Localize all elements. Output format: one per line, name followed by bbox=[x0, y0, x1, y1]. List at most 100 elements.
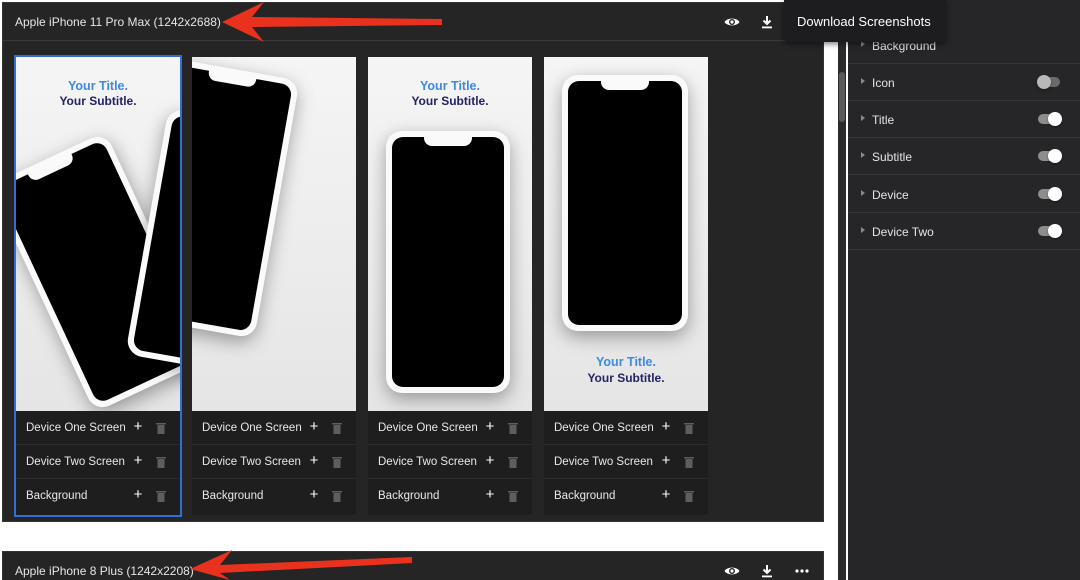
trash-icon[interactable] bbox=[332, 455, 342, 468]
expand-arrow-icon[interactable] bbox=[861, 227, 865, 233]
app-window: Apple iPhone 11 Pro Max (1242x2688) Your… bbox=[0, 0, 1080, 580]
download-tooltip: Download Screenshots bbox=[784, 0, 946, 42]
row-label: Background bbox=[554, 490, 616, 502]
row-label: Device Two Screen bbox=[378, 456, 477, 468]
icon-toggle[interactable] bbox=[1037, 75, 1060, 89]
subtitle-toggle[interactable] bbox=[1038, 149, 1062, 163]
device-toggle[interactable] bbox=[1038, 187, 1062, 201]
add-icon[interactable]: + bbox=[306, 487, 322, 503]
preview-title: Your Title. bbox=[596, 355, 656, 369]
expand-arrow-icon[interactable] bbox=[861, 190, 865, 196]
annotation-arrow bbox=[190, 550, 412, 580]
layers-panel: Background Icon Title Subtitle Device De… bbox=[848, 0, 1080, 580]
add-icon[interactable]: + bbox=[482, 419, 498, 435]
row-label: Device One Screen bbox=[378, 422, 478, 434]
row-label: Device One Screen bbox=[554, 422, 654, 434]
preview-subtitle: Your Subtitle. bbox=[59, 94, 137, 108]
trash-icon[interactable] bbox=[684, 421, 694, 434]
device-mockup bbox=[192, 57, 300, 339]
device-sections-panel: Apple iPhone 11 Pro Max (1242x2688) Your… bbox=[0, 0, 826, 580]
layer-device[interactable]: Device bbox=[848, 176, 1080, 213]
row-label: Background bbox=[26, 490, 88, 502]
layer-label: Subtitle bbox=[872, 150, 913, 164]
expand-arrow-icon[interactable] bbox=[861, 78, 865, 84]
layer-subtitle[interactable]: Subtitle bbox=[848, 138, 1080, 175]
row-background: Background + bbox=[544, 479, 708, 513]
row-device-one-screen: Device One Screen + bbox=[368, 411, 532, 445]
device-section-title: Apple iPhone 8 Plus (1242x2208) bbox=[15, 564, 194, 578]
preview-subtitle: Your Subtitle. bbox=[411, 94, 489, 108]
row-device-two-screen: Device Two Screen + bbox=[192, 445, 356, 479]
trash-icon[interactable] bbox=[684, 455, 694, 468]
layer-device-two[interactable]: Device Two bbox=[848, 213, 1080, 250]
add-icon[interactable]: + bbox=[306, 453, 322, 469]
expand-arrow-icon[interactable] bbox=[861, 115, 865, 121]
trash-icon[interactable] bbox=[508, 455, 518, 468]
scrollbar-thumb[interactable] bbox=[839, 72, 845, 122]
row-label: Device Two Screen bbox=[202, 456, 301, 468]
device-section-iphone-11-pro-max: Apple iPhone 11 Pro Max (1242x2688) Your… bbox=[2, 2, 824, 522]
trash-icon[interactable] bbox=[508, 489, 518, 502]
eye-icon[interactable] bbox=[723, 13, 741, 31]
layer-icon[interactable]: Icon bbox=[848, 64, 1080, 101]
add-icon[interactable]: + bbox=[306, 419, 322, 435]
row-label: Device Two Screen bbox=[554, 456, 653, 468]
row-label: Device Two Screen bbox=[26, 456, 125, 468]
screenshot-card-1[interactable]: Your Title. Your Subtitle. Device One Sc… bbox=[14, 55, 182, 517]
row-device-two-screen: Device Two Screen + bbox=[368, 445, 532, 479]
trash-icon[interactable] bbox=[684, 489, 694, 502]
device-mockup bbox=[562, 75, 688, 331]
preview-title: Your Title. bbox=[420, 79, 480, 93]
trash-icon[interactable] bbox=[508, 421, 518, 434]
trash-icon[interactable] bbox=[332, 489, 342, 502]
screenshot-preview[interactable]: Your Title. Your Subtitle. bbox=[544, 57, 708, 411]
trash-icon[interactable] bbox=[156, 421, 166, 434]
row-device-one-screen: Device One Screen + bbox=[192, 411, 356, 445]
trash-icon[interactable] bbox=[332, 421, 342, 434]
expand-arrow-icon[interactable] bbox=[861, 152, 865, 158]
row-background: Background + bbox=[192, 479, 356, 513]
row-device-one-screen: Device One Screen + bbox=[16, 411, 180, 445]
trash-icon[interactable] bbox=[156, 455, 166, 468]
add-icon[interactable]: + bbox=[658, 453, 674, 469]
screenshot-preview[interactable] bbox=[192, 57, 356, 411]
layer-label: Title bbox=[872, 113, 895, 127]
row-background: Background + bbox=[368, 479, 532, 513]
annotation-arrow bbox=[222, 2, 442, 42]
layer-title[interactable]: Title bbox=[848, 101, 1080, 138]
row-label: Device One Screen bbox=[202, 422, 302, 434]
preview-subtitle: Your Subtitle. bbox=[587, 371, 665, 385]
layer-label: Device bbox=[872, 188, 909, 202]
row-label: Device One Screen bbox=[26, 422, 126, 434]
row-device-two-screen: Device Two Screen + bbox=[544, 445, 708, 479]
layer-label: Device Two bbox=[872, 225, 934, 239]
add-icon[interactable]: + bbox=[482, 487, 498, 503]
device-mockup bbox=[386, 131, 510, 393]
add-icon[interactable]: + bbox=[130, 419, 146, 435]
screenshot-card-3[interactable]: Your Title. Your Subtitle. Device One Sc… bbox=[368, 57, 532, 515]
add-icon[interactable]: + bbox=[658, 419, 674, 435]
title-toggle[interactable] bbox=[1038, 112, 1062, 126]
device-two-toggle[interactable] bbox=[1038, 224, 1062, 238]
add-icon[interactable]: + bbox=[130, 453, 146, 469]
add-icon[interactable]: + bbox=[658, 487, 674, 503]
eye-icon[interactable] bbox=[723, 562, 741, 580]
row-device-one-screen: Device One Screen + bbox=[544, 411, 708, 445]
row-background: Background + bbox=[16, 479, 180, 513]
layer-label: Icon bbox=[872, 76, 895, 90]
device-section-title: Apple iPhone 11 Pro Max (1242x2688) bbox=[15, 15, 221, 29]
preview-title: Your Title. bbox=[68, 79, 128, 93]
download-icon[interactable] bbox=[758, 13, 776, 31]
screenshot-card-4[interactable]: Your Title. Your Subtitle. Device One Sc… bbox=[544, 57, 708, 515]
download-icon[interactable] bbox=[758, 562, 776, 580]
add-icon[interactable]: + bbox=[130, 487, 146, 503]
more-icon[interactable] bbox=[793, 562, 811, 580]
row-label: Background bbox=[202, 490, 264, 502]
row-device-two-screen: Device Two Screen + bbox=[16, 445, 180, 479]
add-icon[interactable]: + bbox=[482, 453, 498, 469]
screenshot-preview[interactable]: Your Title. Your Subtitle. bbox=[368, 57, 532, 411]
row-label: Background bbox=[378, 490, 440, 502]
screenshot-card-2[interactable]: Device One Screen + Device Two Screen + … bbox=[192, 57, 356, 515]
screenshot-preview[interactable]: Your Title. Your Subtitle. bbox=[16, 57, 180, 411]
trash-icon[interactable] bbox=[156, 489, 166, 502]
